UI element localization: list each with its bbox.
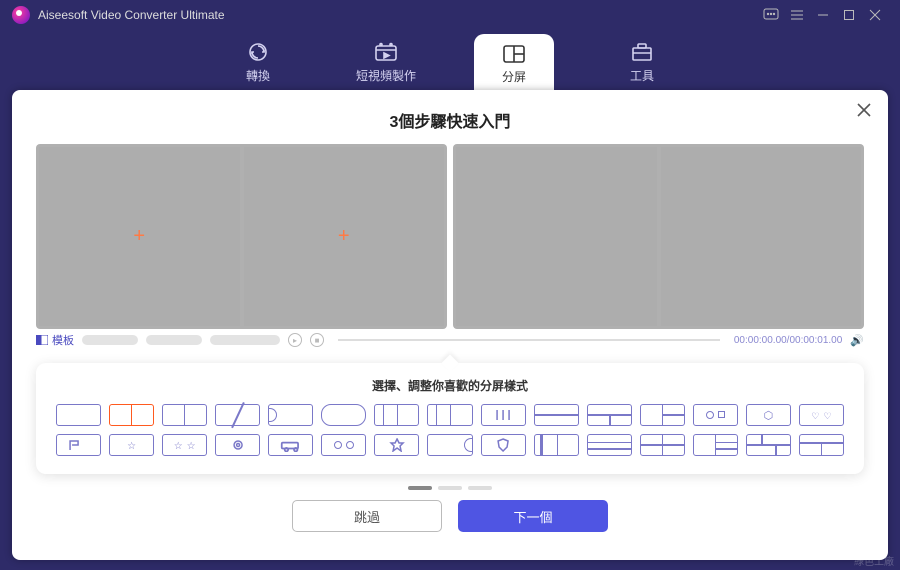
template-burst[interactable] (374, 434, 419, 456)
template-grid (56, 404, 844, 456)
template-rounded[interactable] (321, 404, 366, 426)
template-L[interactable] (640, 404, 685, 426)
minimize-icon[interactable] (810, 4, 836, 26)
template-hexagon[interactable] (746, 404, 791, 426)
progress-line[interactable] (338, 339, 720, 341)
template-tab[interactable]: 模板 (36, 332, 74, 348)
stop-icon[interactable]: ■ (310, 333, 324, 347)
editor-slot-2[interactable]: + (244, 147, 445, 326)
template-1plus2[interactable] (587, 404, 632, 426)
template-split-diagonal[interactable] (215, 404, 260, 426)
template-circle-square[interactable] (693, 404, 738, 426)
tab-placeholder (82, 335, 138, 345)
add-media-icon: + (133, 225, 145, 248)
template-header-2col[interactable] (799, 434, 844, 456)
watermark: 綠色工廠 (854, 553, 894, 568)
collage-icon (501, 44, 527, 64)
nav-toolbox[interactable]: 工具 (602, 41, 682, 90)
title-bar: Aiseesoft Video Converter Ultimate (0, 0, 900, 30)
template-3row[interactable] (587, 434, 632, 456)
template-3col-alt[interactable] (427, 404, 472, 426)
mv-icon (373, 41, 399, 63)
template-star-double[interactable] (162, 434, 207, 456)
onboarding-title: 3個步驟快速入門 (36, 108, 864, 132)
next-button[interactable]: 下一個 (458, 500, 608, 532)
app-title: Aiseesoft Video Converter Ultimate (38, 8, 225, 22)
template-4col[interactable] (534, 434, 579, 456)
convert-icon (245, 41, 271, 63)
play-icon[interactable]: ▸ (288, 333, 302, 347)
close-onboarding-icon[interactable] (856, 102, 872, 123)
template-tab-label: 模板 (52, 332, 74, 348)
template-notch-left[interactable] (268, 404, 313, 426)
template-flag[interactable] (56, 434, 101, 456)
template-hearts[interactable] (799, 404, 844, 426)
timecode: 00:00:00.00/00:00:01.00 (734, 335, 842, 346)
maximize-icon[interactable] (836, 4, 862, 26)
skip-button[interactable]: 跳過 (292, 500, 442, 532)
tab-placeholder (146, 335, 202, 345)
nav-toolbox-label: 工具 (602, 67, 682, 84)
nav-collage-label: 分屏 (502, 68, 526, 85)
template-gear[interactable] (215, 434, 260, 456)
template-single[interactable] (56, 404, 101, 426)
template-split-vertical-alt[interactable] (162, 404, 207, 426)
player-slot-2 (661, 147, 862, 326)
add-media-icon: + (338, 225, 350, 248)
toolbox-icon (629, 41, 655, 63)
volume-icon[interactable]: 🔊 (850, 334, 864, 347)
page-dot-2[interactable] (438, 486, 462, 490)
template-equalizer[interactable] (481, 404, 526, 426)
template-car[interactable] (268, 434, 313, 456)
template-card-title: 選擇、調整你喜歡的分屏樣式 (56, 377, 844, 394)
page-dot-3[interactable] (468, 486, 492, 490)
template-2x2[interactable] (640, 434, 685, 456)
template-card: 選擇、調整你喜歡的分屏樣式 (36, 363, 864, 474)
template-2row[interactable] (534, 404, 579, 426)
pagination-dots (36, 486, 864, 490)
feedback-icon[interactable] (758, 4, 784, 26)
nav-convert[interactable]: 轉換 (218, 41, 298, 90)
template-star-single[interactable] (109, 434, 154, 456)
template-3col[interactable] (374, 404, 419, 426)
template-badge[interactable] (481, 434, 526, 456)
nav-mv-label: 短視頻製作 (346, 67, 426, 84)
template-split-vertical[interactable] (109, 404, 154, 426)
page-dot-1[interactable] (408, 486, 432, 490)
onboarding-panel: 3個步驟快速入門 + + 模板 ▸ ■ 00:00:00.00/00:00:01… (12, 90, 888, 560)
top-nav: 轉換 短視頻製作 分屏 工具 (0, 30, 900, 90)
preview-subbar: 模板 ▸ ■ 00:00:00.00/00:00:01.00 🔊 (36, 331, 864, 349)
nav-convert-label: 轉換 (218, 67, 298, 84)
nav-mv[interactable]: 短視頻製作 (346, 41, 426, 90)
template-brick[interactable] (746, 434, 791, 456)
tab-placeholder (210, 335, 280, 345)
template-1plus3[interactable] (693, 434, 738, 456)
template-double-circle[interactable] (321, 434, 366, 456)
preview-row: + + (36, 144, 864, 329)
template-notch-right[interactable] (427, 434, 472, 456)
close-window-icon[interactable] (862, 4, 888, 26)
player-preview (453, 144, 864, 329)
nav-collage[interactable]: 分屏 (474, 34, 554, 90)
onboarding-footer: 跳過 下一個 (36, 500, 864, 532)
menu-icon[interactable] (784, 4, 810, 26)
editor-slot-1[interactable]: + (39, 147, 240, 326)
app-logo-icon (12, 6, 30, 24)
player-slot-1 (456, 147, 657, 326)
editor-preview: + + (36, 144, 447, 329)
